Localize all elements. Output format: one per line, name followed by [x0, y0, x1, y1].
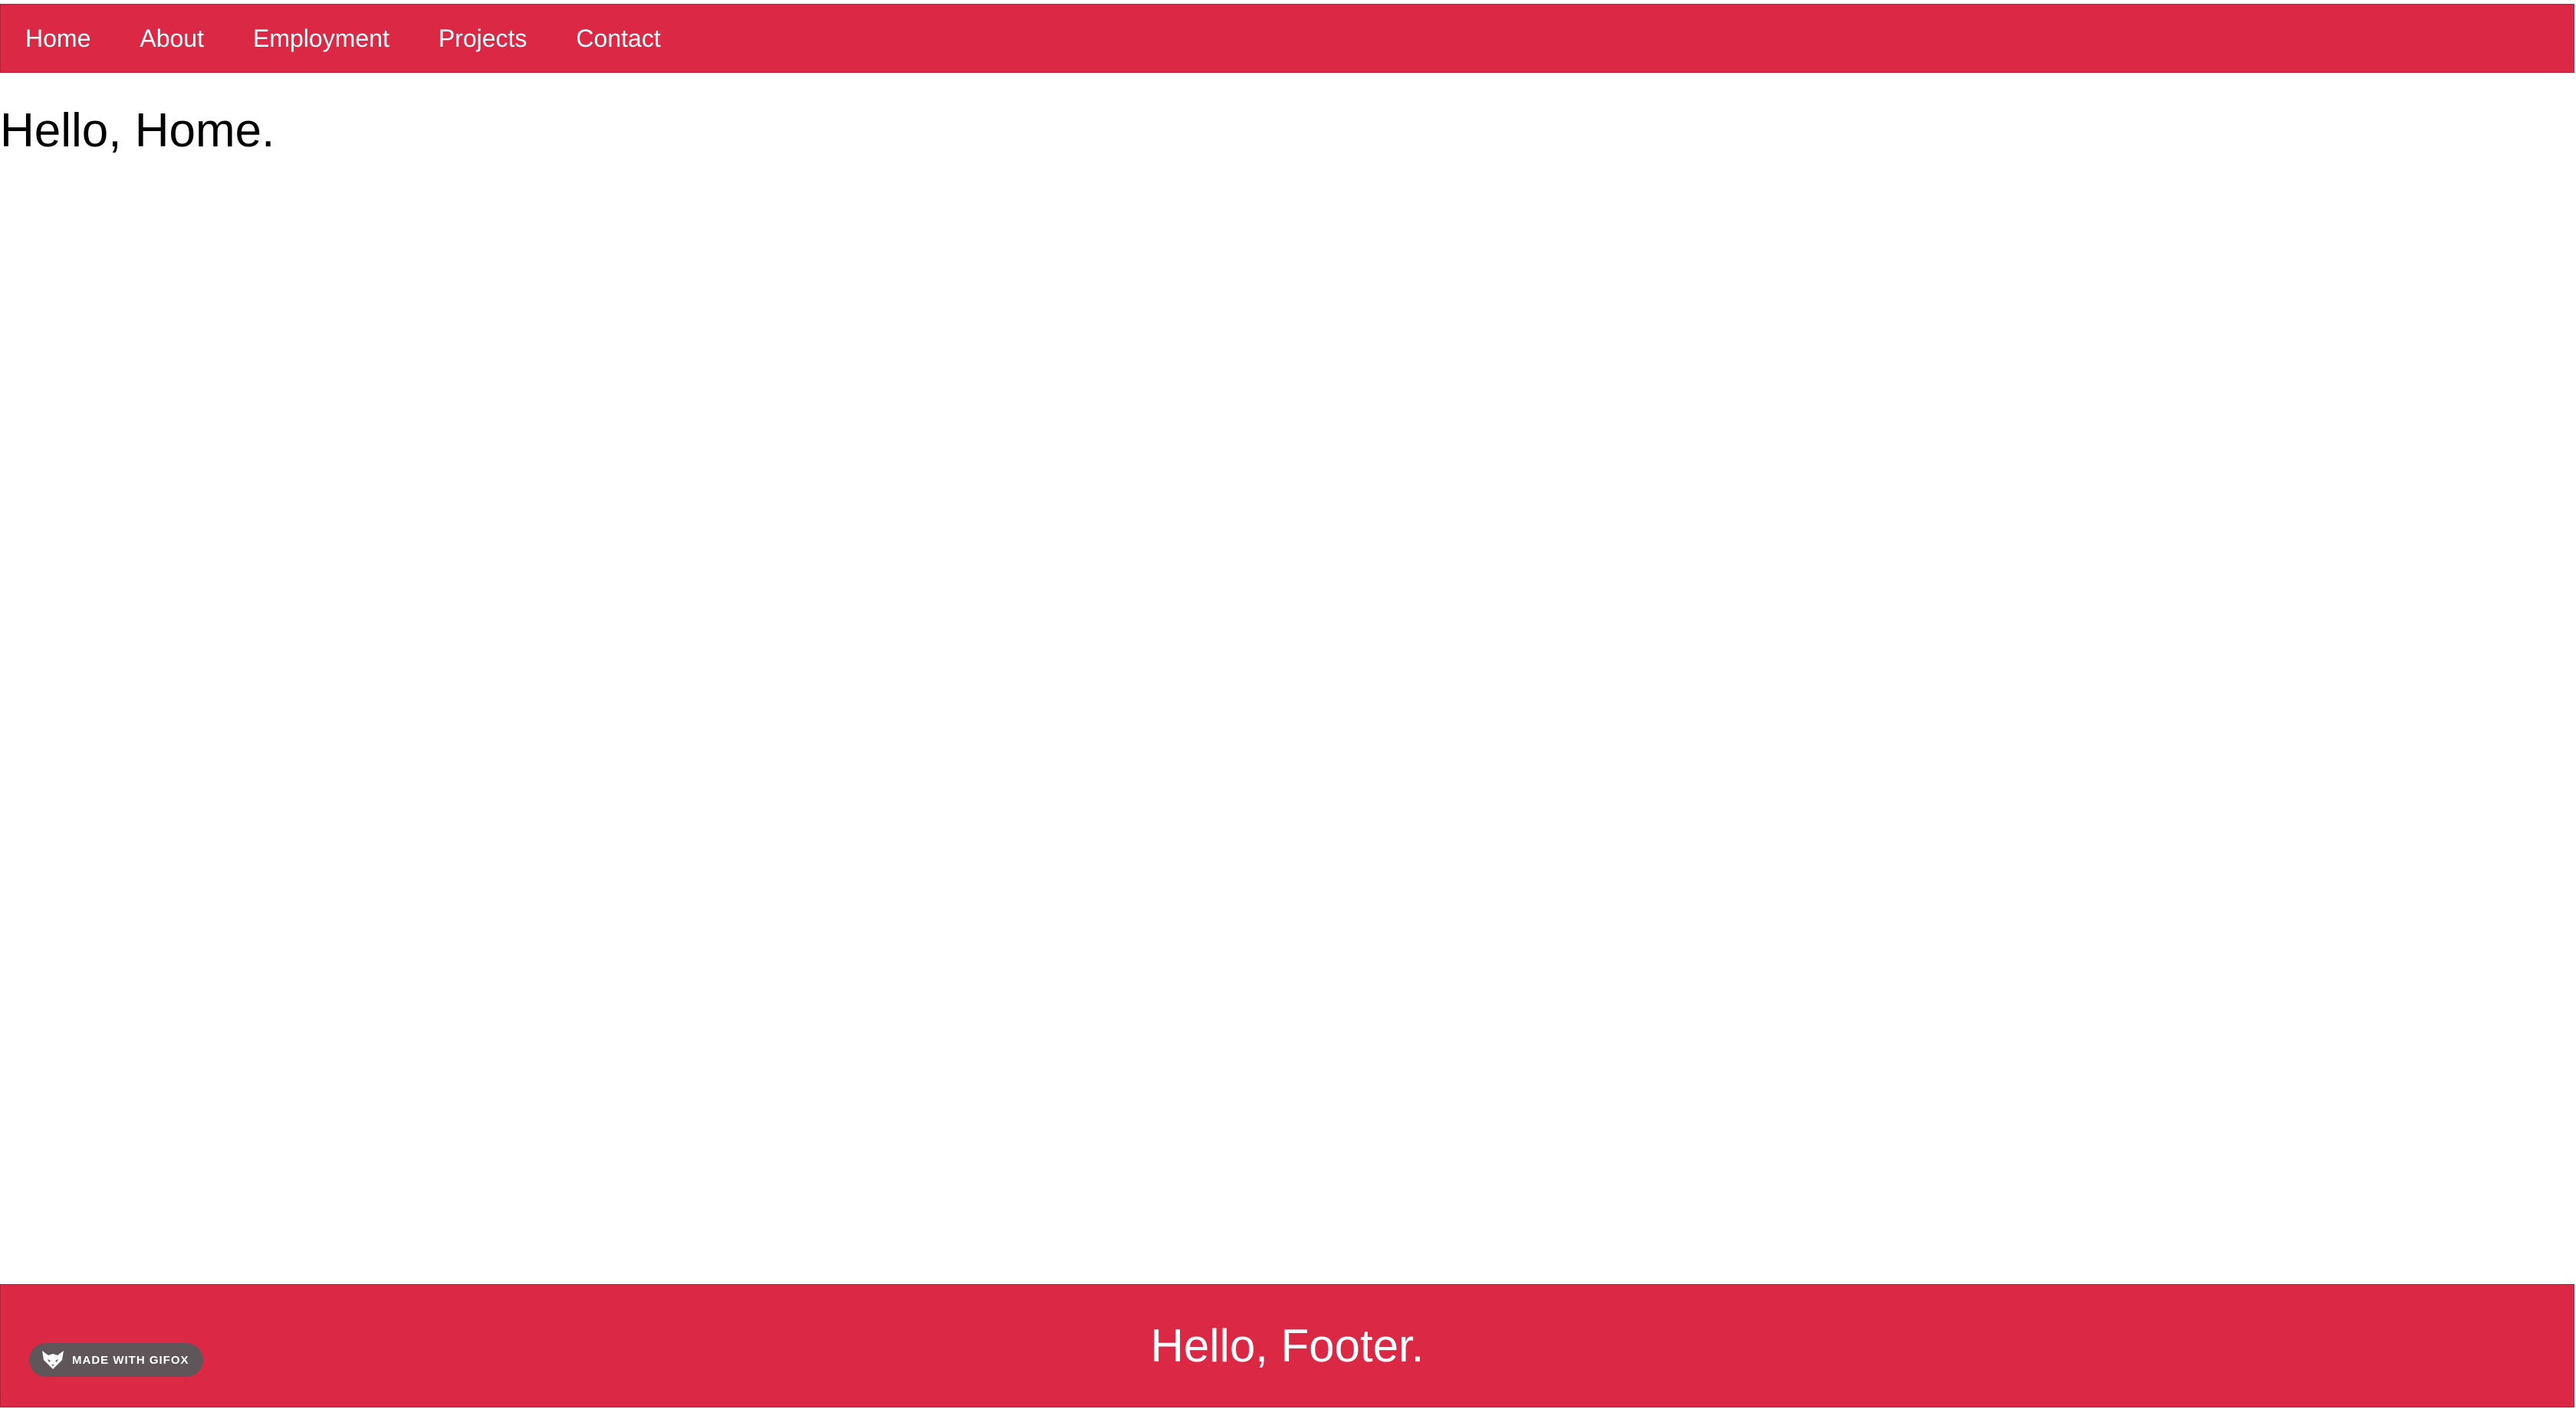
page: Home About Employment Projects Contact H…	[0, 0, 2576, 1409]
nav-item-employment[interactable]: Employment	[253, 25, 389, 53]
nav-item-about[interactable]: About	[140, 25, 204, 53]
nav-item-projects[interactable]: Projects	[439, 25, 527, 53]
nav-item-home[interactable]: Home	[25, 25, 90, 53]
page-title: Hello, Home.	[0, 104, 275, 157]
footer-text: Hello, Footer.	[1150, 1319, 1424, 1371]
footer: Hello, Footer.	[0, 1284, 2574, 1407]
badge-label: MADE WITH GIFOX	[72, 1353, 189, 1367]
fox-icon	[42, 1351, 64, 1369]
nav-item-contact[interactable]: Contact	[576, 25, 660, 53]
gifox-badge[interactable]: MADE WITH GIFOX	[29, 1343, 203, 1377]
navbar: Home About Employment Projects Contact	[0, 4, 2574, 73]
